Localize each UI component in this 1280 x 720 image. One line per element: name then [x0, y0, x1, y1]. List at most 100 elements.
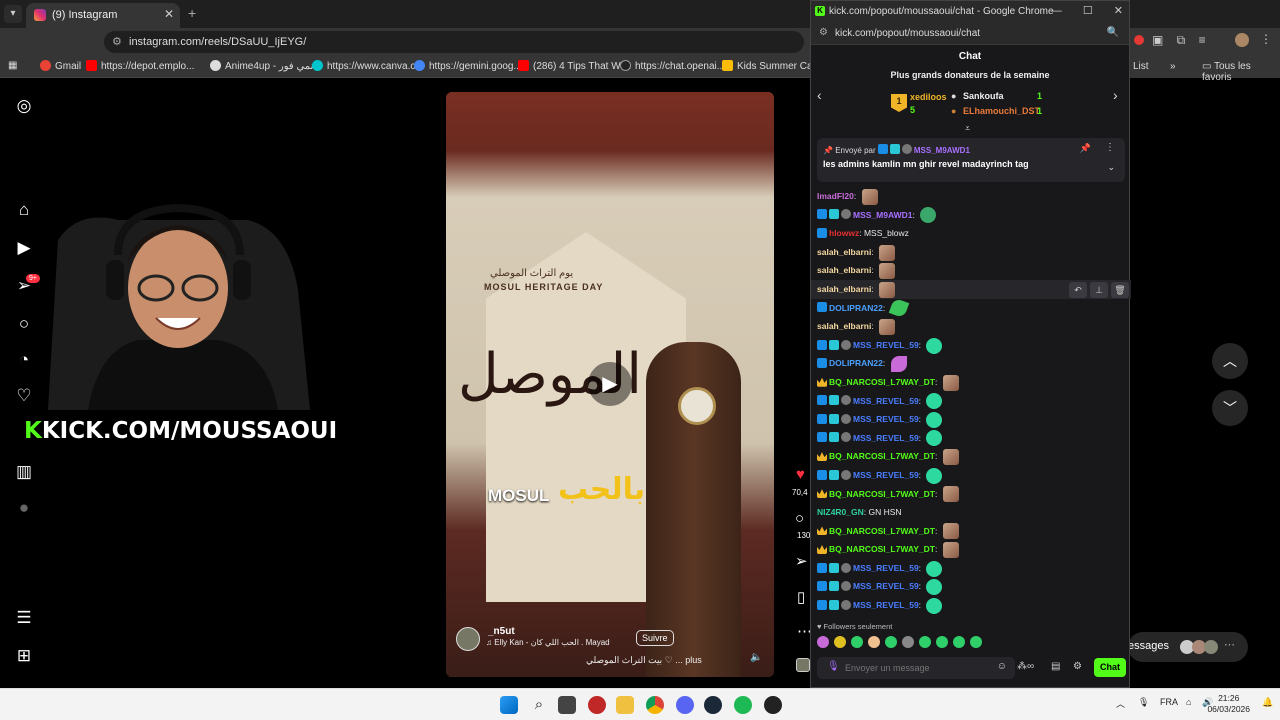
zoom-icon[interactable]: 🔍 — [1107, 27, 1119, 38]
bookmark-depot[interactable]: https://depot.emplo... — [86, 60, 194, 72]
profile-avatar[interactable] — [1235, 33, 1249, 47]
notifications-bell-icon[interactable]: 🔔 — [1262, 697, 1273, 708]
new-tab-button[interactable]: + — [188, 5, 196, 21]
emote-icon[interactable] — [926, 411, 943, 428]
save-icon[interactable]: ▯ — [797, 588, 805, 606]
kicks-icon[interactable]: ⁂∞ — [1017, 661, 1034, 672]
comment-icon[interactable]: ○ — [795, 510, 804, 527]
reel-video[interactable]: يوم التراث الموصلي MOSUL HERITAGE DAY ال… — [446, 92, 774, 677]
obs-icon[interactable] — [764, 696, 782, 714]
bookmark-youtube[interactable]: (286) 4 Tips That Wi... — [518, 60, 631, 72]
microphone-tray-icon[interactable]: 🎙 — [1138, 697, 1149, 708]
profile-icon[interactable]: ● — [14, 498, 34, 518]
chevron-right-icon[interactable]: › — [1113, 87, 1118, 103]
emote-icon[interactable] — [879, 318, 896, 335]
reel-caption[interactable]: بيت التراث الموصلي ♡ ... plus — [586, 655, 702, 666]
chat-message[interactable]: BQ_NARCOSI_L7WAY_DT: — [817, 373, 1125, 392]
chat-message-input[interactable] — [845, 660, 985, 676]
heart-icon[interactable]: ♡ — [14, 386, 34, 406]
chat-username[interactable]: salah_elbarni — [817, 321, 871, 331]
send-chat-button[interactable]: Chat — [1094, 658, 1126, 677]
reply-icon[interactable]: ↶ — [1069, 281, 1087, 298]
popout-address-bar[interactable]: ⚙ kick.com/popout/moussaoui/chat 🔍 — [811, 23, 1129, 45]
chevron-down-icon[interactable]: ⌄ — [1107, 162, 1115, 173]
apps-icon[interactable]: ▦ — [8, 60, 17, 71]
chat-message[interactable]: MSS_REVEL_59: — [817, 577, 1125, 596]
emote-icon[interactable] — [942, 486, 959, 503]
emote-icon[interactable] — [885, 636, 897, 648]
chat-message[interactable]: ImadFl20: — [817, 187, 1125, 206]
chat-username[interactable]: salah_elbarni — [817, 265, 871, 275]
donor-name[interactable]: ELhamouchi_DST — [963, 106, 1040, 116]
chat-message[interactable]: MSS_REVEL_59: — [817, 429, 1125, 448]
chevron-left-icon[interactable]: ‹ — [817, 87, 822, 103]
next-reel-button[interactable]: ﹀ — [1212, 390, 1248, 426]
network-icon[interactable]: ⌂ — [1186, 697, 1191, 707]
search-icon[interactable]: ⌕ — [530, 696, 548, 714]
emote-icon[interactable] — [902, 636, 914, 648]
donor-name[interactable]: Sankoufa — [963, 91, 1004, 101]
emote-icon[interactable] — [817, 636, 829, 648]
window-controls[interactable]: — ☐ ✕ — [1051, 4, 1123, 17]
emote-icon[interactable] — [926, 430, 943, 447]
emote-icon[interactable] — [868, 636, 880, 648]
emote-icon[interactable] — [936, 636, 948, 648]
chat-username[interactable]: MSS_REVEL_59 — [853, 581, 919, 591]
record-icon[interactable] — [1134, 35, 1144, 45]
chat-username[interactable]: MSS_REVEL_59 — [853, 470, 919, 480]
steam-icon[interactable] — [704, 696, 722, 714]
emote-icon[interactable] — [970, 636, 982, 648]
chat-message[interactable]: MSS_REVEL_59: — [817, 596, 1125, 615]
store-icon[interactable]: ▤ — [1051, 661, 1060, 672]
chat-message[interactable]: BQ_NARCOSI_L7WAY_DT: — [817, 447, 1125, 466]
previous-reel-button[interactable]: ︿ — [1212, 343, 1248, 379]
emote-icon[interactable] — [879, 263, 896, 280]
chat-username[interactable]: MSS_M9AWD1 — [853, 210, 913, 220]
chat-input-box[interactable]: 🎙 ☺ — [817, 657, 1015, 679]
donor-name[interactable]: xediloos — [910, 92, 947, 102]
chat-message[interactable]: hlowwz: MSS_blowz — [817, 224, 1125, 243]
chat-message[interactable]: BQ_NARCOSI_L7WAY_DT: — [817, 540, 1125, 559]
emote-icon[interactable] — [888, 298, 909, 319]
chrome-menu-icon[interactable]: ⋮ — [1260, 32, 1272, 46]
emote-icon[interactable] — [926, 337, 943, 354]
chat-username[interactable]: MSS_REVEL_59 — [853, 340, 919, 350]
system-clock[interactable]: 21:26 06/03/2026 — [1207, 693, 1250, 715]
emote-icon[interactable] — [942, 449, 959, 466]
explore-icon[interactable]: ◔ — [14, 350, 34, 370]
emote-icon[interactable] — [879, 244, 896, 261]
chat-username[interactable]: BQ_NARCOSI_L7WAY_DT — [829, 451, 935, 461]
emote-icon[interactable] — [861, 188, 878, 205]
chat-message[interactable]: salah_elbarni: — [817, 261, 1125, 280]
collapse-icon[interactable]: ⩡ — [965, 123, 970, 134]
tab-instagram[interactable]: (9) Instagram ✕ — [26, 3, 180, 28]
emoji-picker-icon[interactable]: ☺ — [997, 661, 1007, 672]
emote-icon[interactable] — [942, 542, 959, 559]
search-icon[interactable]: ○ — [14, 314, 34, 334]
chat-username[interactable]: DOLIPRAN22 — [829, 358, 883, 368]
emote-icon[interactable] — [953, 636, 965, 648]
chat-message[interactable]: MSS_REVEL_59: — [817, 559, 1125, 578]
emote-icon[interactable] — [879, 281, 896, 298]
chat-username[interactable]: ImadFl20 — [817, 191, 854, 201]
bookmark-gemini[interactable]: https://gemini.goog... — [414, 60, 522, 72]
emote-icon[interactable] — [926, 393, 943, 410]
emote-icon[interactable] — [890, 356, 907, 373]
chat-username[interactable]: BQ_NARCOSI_L7WAY_DT — [829, 489, 935, 499]
chat-username[interactable]: MSS_REVEL_59 — [853, 396, 919, 406]
home-icon[interactable]: ⌂ — [14, 200, 34, 220]
also-from-meta-icon[interactable]: ⊞ — [14, 646, 34, 666]
chat-message[interactable]: BQ_NARCOSI_L7WAY_DT: — [817, 485, 1125, 504]
chat-message[interactable]: DOLIPRAN22: — [817, 298, 1125, 319]
reels-icon[interactable]: ▶ — [14, 238, 34, 258]
chat-username[interactable]: BQ_NARCOSI_L7WAY_DT — [829, 526, 935, 536]
chat-username[interactable]: MSS_REVEL_59 — [853, 414, 919, 424]
share-icon[interactable]: ➢ — [795, 552, 808, 570]
messages-button[interactable]: essages ⋯ — [1128, 632, 1248, 662]
chat-message[interactable]: MSS_REVEL_59: — [817, 410, 1125, 429]
audio-thumbnail[interactable] — [796, 658, 810, 672]
instagram-logo-icon[interactable]: ◎ — [14, 96, 34, 116]
bookmark-chatgpt[interactable]: https://chat.openai.... — [620, 60, 728, 72]
chat-message[interactable]: MSS_REVEL_59: — [817, 336, 1125, 355]
chat-username[interactable]: NIZ4R0_GN — [817, 507, 864, 517]
